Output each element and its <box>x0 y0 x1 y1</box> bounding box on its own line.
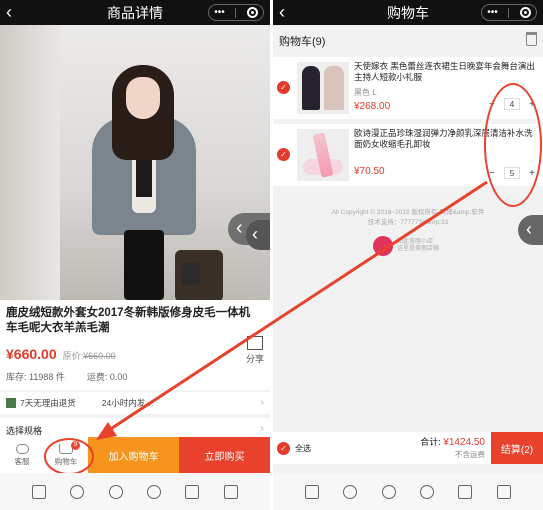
cart-total: 合计: ¥1424.50 不含运费 <box>420 436 485 461</box>
more-icon[interactable]: ••• <box>487 7 498 18</box>
page-title: 商品详情 <box>107 4 163 21</box>
fit-window-icon[interactable] <box>32 484 47 499</box>
stock-shipping-row: 库存: 11988 件 运费: 0.00 <box>6 370 264 383</box>
total-value: ¥1424.50 <box>443 436 485 448</box>
title-bar: ‹ 购物车 ••• <box>273 0 543 25</box>
title-bar: ‹ 商品详情 ••• <box>0 0 270 25</box>
select-spec-row[interactable]: 选择规格 › <box>0 418 270 438</box>
fit-window-icon[interactable] <box>305 484 320 499</box>
select-spec-label: 选择规格 <box>6 426 43 436</box>
edit-icon[interactable] <box>458 484 473 499</box>
guarantee-return: 7天无理由退货 <box>20 398 76 408</box>
customer-service-label: 客服 <box>14 456 30 466</box>
capsule-divider <box>508 7 510 18</box>
cart-highlight-circle <box>44 438 94 475</box>
mini-program-capsule: ••• <box>208 4 264 21</box>
stock-count: 库存: 11988 件 <box>6 372 65 382</box>
close-mini-program-icon[interactable] <box>519 7 531 18</box>
item-price: ¥70.50 <box>354 166 385 177</box>
purchase-action-bar: 客服 9 购物车 加入购物车 立即购买 <box>0 437 270 473</box>
chevron-right-icon: › <box>260 421 264 435</box>
shipping-fee: 运费: 0.00 <box>86 372 128 382</box>
capsule-divider <box>235 7 237 18</box>
photo-face <box>126 77 160 119</box>
checkout-bar: ✓ 全选 合计: ¥1424.50 不含运费 结算(2) <box>273 432 543 464</box>
shop-logo <box>373 236 393 256</box>
drawer-toggle-icon[interactable]: ‹ <box>518 215 543 245</box>
cart-header: 购物车(9) <box>273 25 543 57</box>
item-price: ¥268.00 <box>354 101 391 112</box>
chevron-right-icon: › <box>260 397 264 409</box>
item-thumbnail[interactable] <box>297 62 349 114</box>
product-info: 鹿皮绒短款外套女2017冬新韩版修身皮毛一体机车毛呢大衣羊羔毛潮 ¥660.00… <box>0 300 270 390</box>
guarantee-delivery: 24小时内发… <box>101 398 154 408</box>
product-price: ¥660.00 <box>6 346 57 362</box>
shop-name: 如此美丽小店 <box>397 239 434 245</box>
share-label: 分享 <box>245 354 264 364</box>
product-detail-screen: ‹ 商品详情 ••• ‹ ‹ 鹿皮绒短款外套女2017冬新韩版修身皮毛一体机车毛… <box>0 0 270 510</box>
rotate-icon[interactable] <box>147 484 162 499</box>
more-icon[interactable]: ••• <box>214 7 225 18</box>
original-price-value: ¥660.00 <box>83 351 116 361</box>
back-icon[interactable]: ‹ <box>6 2 12 23</box>
photo-bag <box>182 263 200 285</box>
select-all-checkbox[interactable]: ✓ <box>277 441 290 455</box>
page-title: 购物车 <box>387 4 429 21</box>
item-checkbox[interactable]: ✓ <box>277 81 290 94</box>
zoom-in-icon[interactable] <box>343 484 358 499</box>
buy-now-button[interactable]: 立即购买 <box>179 437 270 473</box>
guarantee-row[interactable]: 7天无理由退货 24小时内发… › <box>0 392 270 414</box>
tech-support-line: 技术支持：777773&amp;33 <box>367 219 449 226</box>
total-label: 合计: <box>420 436 441 447</box>
share-button[interactable]: 分享 <box>244 336 266 365</box>
close-mini-program-icon[interactable] <box>246 7 258 18</box>
viewer-toolbar <box>273 473 543 510</box>
shop-brand-text: 如此美丽小店 这里是美丽店铺 <box>397 239 439 253</box>
checkout-button[interactable]: 结算(2) <box>491 432 543 464</box>
zoom-in-icon[interactable] <box>70 484 85 499</box>
share-icon <box>247 336 263 350</box>
drawer-handle-icon[interactable]: ‹ <box>246 220 270 250</box>
footer-copyright: All Copyright © 2016~2018 版权所有-四博&amp;软件… <box>273 208 543 228</box>
add-to-cart-button[interactable]: 加入购物车 <box>88 437 179 473</box>
thumbnail-dress-pink <box>324 66 344 110</box>
quantity-highlight-oval <box>484 83 542 207</box>
customer-service-button[interactable]: 客服 <box>0 437 44 473</box>
photo-legs <box>124 230 164 300</box>
chat-icon <box>15 443 29 454</box>
item-thumbnail[interactable] <box>297 129 349 181</box>
shop-slogan: 这里是美丽店铺 <box>397 246 440 252</box>
item-sku: 黑色 L <box>354 88 377 97</box>
original-price: 原价:¥660.00 <box>63 349 116 362</box>
photo-background <box>0 25 60 300</box>
shopping-cart-screen: ‹ 购物车 ••• 购物车(9) ✓ 天使嫁衣 黑色蕾丝连衣裙生日晚宴年会舞台演… <box>273 0 543 510</box>
copyright-line: All Copyright © 2016~2018 版权所有-四博&amp;软件 <box>331 209 485 216</box>
back-icon[interactable]: ‹ <box>279 2 285 23</box>
trash-icon[interactable] <box>526 32 537 46</box>
cart-heading: 购物车(9) <box>279 36 326 48</box>
shop-brand: 如此美丽小店 这里是美丽店铺 <box>373 236 439 256</box>
price-row: ¥660.00 原价:¥660.00 <box>6 346 264 362</box>
guarantee-icon <box>6 398 16 408</box>
rotate-icon[interactable] <box>420 484 435 499</box>
item-checkbox[interactable]: ✓ <box>277 148 290 161</box>
original-price-label: 原价: <box>62 351 84 361</box>
thumbnail-dress-black <box>302 66 320 110</box>
select-all-label[interactable]: 全选 <box>295 443 311 454</box>
zoom-out-icon[interactable] <box>108 484 123 499</box>
edit-icon[interactable] <box>185 484 200 499</box>
zoom-out-icon[interactable] <box>381 484 396 499</box>
download-icon[interactable] <box>223 484 238 499</box>
mini-program-capsule: ••• <box>481 4 537 21</box>
product-title: 鹿皮绒短款外套女2017冬新韩版修身皮毛一体机车毛呢大衣羊羔毛潮 <box>6 307 251 334</box>
no-shipping-note: 不含运费 <box>455 449 485 459</box>
product-image[interactable] <box>0 25 270 300</box>
item-name: 天使嫁衣 黑色蕾丝连衣裙生日晚宴年会舞台演出主持人短款小礼服 <box>354 61 535 82</box>
download-icon[interactable] <box>496 484 511 499</box>
viewer-toolbar <box>0 473 270 510</box>
